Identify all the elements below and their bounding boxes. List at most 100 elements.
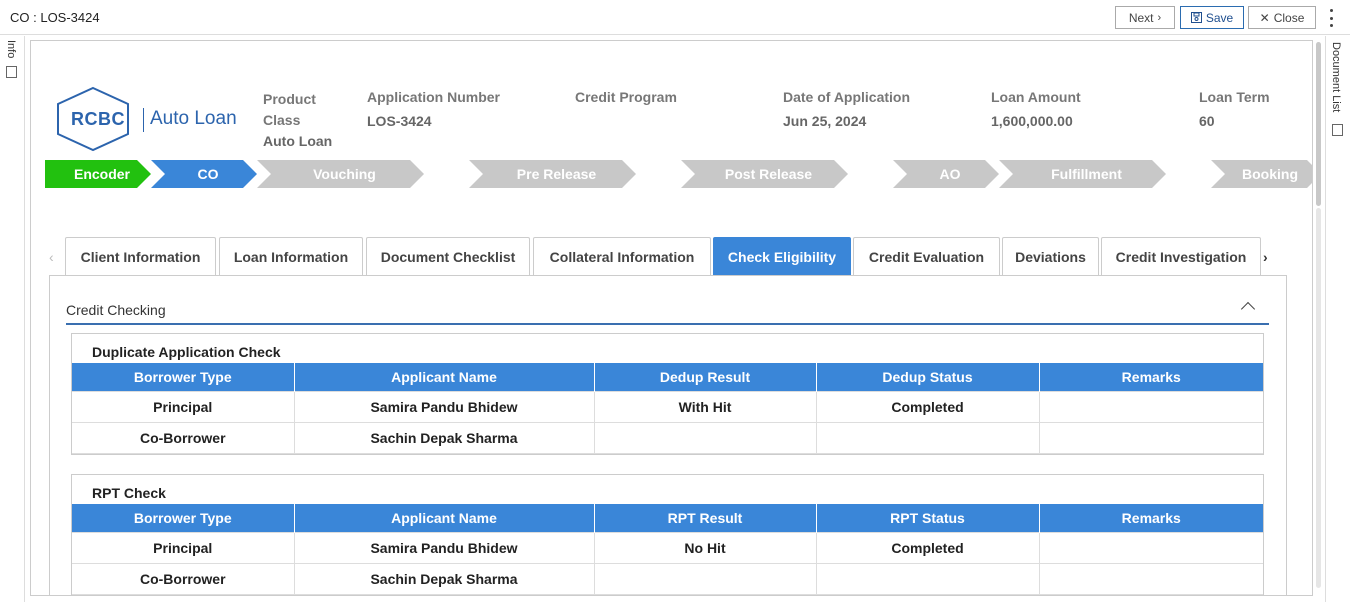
- tab-credit-investigation[interactable]: Credit Investigation: [1101, 237, 1261, 275]
- loan-term-value: 60: [1199, 113, 1215, 129]
- next-button[interactable]: Next ›: [1115, 6, 1175, 29]
- tab-scroll-right-icon[interactable]: ›: [1263, 249, 1268, 265]
- save-button[interactable]: Save: [1180, 6, 1244, 29]
- product-class-field: Product Class Auto Loan: [263, 89, 333, 149]
- remarks-cell: [1038, 531, 1263, 564]
- dedup-table: Borrower Type Applicant Name Dedup Resul…: [72, 363, 1263, 454]
- stage-pre-release[interactable]: Pre Release: [469, 160, 636, 188]
- loan-term-field: Loan Term 60: [1199, 89, 1270, 129]
- stage-encoder[interactable]: Encoder: [45, 160, 151, 188]
- tab-client-information[interactable]: Client Information: [65, 237, 216, 275]
- stage-label: Pre Release: [516, 166, 597, 182]
- loan-amount-field: Loan Amount 1,600,000.00: [991, 89, 1081, 129]
- scrollbar-thumb[interactable]: [1316, 42, 1321, 206]
- tab-label: Client Information: [80, 248, 201, 265]
- stage-post-release[interactable]: Post Release: [681, 160, 848, 188]
- grid-title: Duplicate Application Check: [92, 344, 281, 360]
- application-number-field: Application Number LOS-3424: [367, 89, 500, 129]
- tab-credit-evaluation[interactable]: Credit Evaluation: [853, 237, 1000, 275]
- rpt-table: Borrower Type Applicant Name RPT Result …: [72, 504, 1263, 595]
- column-header[interactable]: Borrower Type: [72, 363, 295, 391]
- rpt-result-cell: No Hit: [593, 531, 817, 564]
- stage-fulfillment[interactable]: Fulfillment: [999, 160, 1166, 188]
- stage-vouching[interactable]: Vouching: [257, 160, 424, 188]
- rpt-result-cell: [593, 562, 817, 595]
- date-of-application-value: Jun 25, 2024: [783, 113, 867, 129]
- table-row[interactable]: Co-Borrower Sachin Depak Sharma: [72, 421, 1263, 454]
- column-header[interactable]: Borrower Type: [72, 504, 295, 532]
- tab-collateral-information[interactable]: Collateral Information: [533, 237, 711, 275]
- logo-brand: RCBC: [71, 109, 125, 129]
- grid-title: RPT Check: [92, 485, 166, 501]
- column-header[interactable]: RPT Result: [594, 504, 817, 532]
- stage-label: Encoder: [73, 166, 130, 182]
- tab-document-checklist[interactable]: Document Checklist: [366, 237, 530, 275]
- applicant-name-cell: Sachin Depak Sharma: [293, 562, 595, 595]
- credit-program-field: Credit Program: [575, 89, 677, 113]
- column-header[interactable]: Applicant Name: [294, 504, 595, 532]
- loan-term-label: Loan Term: [1199, 89, 1270, 105]
- window-title: CO : LOS-3424: [10, 10, 100, 25]
- tab-loan-information[interactable]: Loan Information: [219, 237, 363, 275]
- column-header[interactable]: Dedup Result: [594, 363, 817, 391]
- save-icon: [1190, 12, 1202, 23]
- rcbc-logo: RCBC Auto Loan: [53, 86, 243, 152]
- borrower-type-cell: Co-Borrower: [72, 421, 295, 454]
- document-icon: [1332, 124, 1343, 136]
- close-button-label: Close: [1273, 10, 1305, 25]
- date-of-application-label: Date of Application: [783, 89, 911, 105]
- applicant-name-cell: Samira Pandu Bhidew: [293, 390, 595, 423]
- date-of-application-field: Date of Application Jun 25, 2024: [783, 89, 910, 129]
- applicant-name-cell: Samira Pandu Bhidew: [293, 531, 595, 564]
- remarks-cell: [1038, 562, 1263, 595]
- duplicate-application-check: Duplicate Application Check Borrower Typ…: [71, 333, 1264, 455]
- column-header[interactable]: Remarks: [1039, 363, 1263, 391]
- column-header[interactable]: Remarks: [1039, 504, 1263, 532]
- stage-co[interactable]: CO: [151, 160, 257, 188]
- column-header[interactable]: Applicant Name: [294, 363, 595, 391]
- stage-ao[interactable]: AO: [893, 160, 999, 188]
- stage-label: CO: [197, 166, 219, 182]
- remarks-cell: [1038, 421, 1263, 454]
- rpt-status-cell: Completed: [815, 531, 1040, 564]
- dedup-status-cell: [815, 421, 1040, 454]
- borrower-type-cell: Principal: [72, 531, 295, 564]
- table-row[interactable]: Principal Samira Pandu Bhidew No Hit Com…: [72, 531, 1263, 564]
- stage-label: Vouching: [313, 166, 376, 182]
- next-button-label: Next: [1128, 10, 1154, 25]
- logo-product: Auto Loan: [150, 108, 237, 129]
- close-button[interactable]: ✕ Close: [1248, 6, 1316, 29]
- tab-label: Deviations: [1015, 248, 1086, 265]
- tab-deviations[interactable]: Deviations: [1002, 237, 1099, 275]
- tab-label: Credit Investigation: [1115, 248, 1247, 265]
- tab-label: Check Eligibility: [727, 248, 837, 265]
- chevron-right-icon: ›: [1157, 11, 1162, 24]
- rpt-status-cell: [815, 562, 1040, 595]
- more-options-icon[interactable]: [1325, 9, 1337, 27]
- borrower-type-cell: Principal: [72, 390, 295, 423]
- product-class-label: Product Class: [263, 91, 316, 128]
- column-header[interactable]: RPT Status: [816, 504, 1040, 532]
- close-icon: ✕: [1259, 10, 1270, 25]
- loan-amount-value: 1,600,000.00: [991, 113, 1073, 129]
- main-frame: RCBC Auto Loan Product Class Auto Loan A…: [30, 40, 1313, 596]
- application-number-value: LOS-3424: [367, 113, 432, 129]
- top-bar: CO : LOS-3424 Next › Save ✕ Close: [0, 0, 1350, 35]
- loan-amount-label: Loan Amount: [991, 89, 1081, 105]
- tab-label: Loan Information: [233, 248, 349, 265]
- stage-booking[interactable]: Booking: [1211, 160, 1312, 188]
- document-list-rail[interactable]: Document List: [1325, 36, 1350, 602]
- column-header[interactable]: Dedup Status: [816, 363, 1040, 391]
- tab-label: Document Checklist: [380, 248, 516, 265]
- table-row[interactable]: Co-Borrower Sachin Depak Sharma: [72, 562, 1263, 595]
- borrower-type-cell: Co-Borrower: [72, 562, 295, 595]
- document-list-label: Document List: [1330, 42, 1342, 113]
- section-title: Credit Checking: [66, 302, 166, 318]
- rpt-check: RPT Check Borrower Type Applicant Name R…: [71, 474, 1264, 595]
- application-number-label: Application Number: [367, 89, 501, 105]
- info-rail[interactable]: Info: [0, 36, 25, 602]
- table-row[interactable]: Principal Samira Pandu Bhidew With Hit C…: [72, 390, 1263, 423]
- tab-scroll-left-icon[interactable]: ‹: [49, 249, 54, 265]
- tab-check-eligibility[interactable]: Check Eligibility: [713, 237, 851, 275]
- stage-label: Booking: [1242, 166, 1298, 182]
